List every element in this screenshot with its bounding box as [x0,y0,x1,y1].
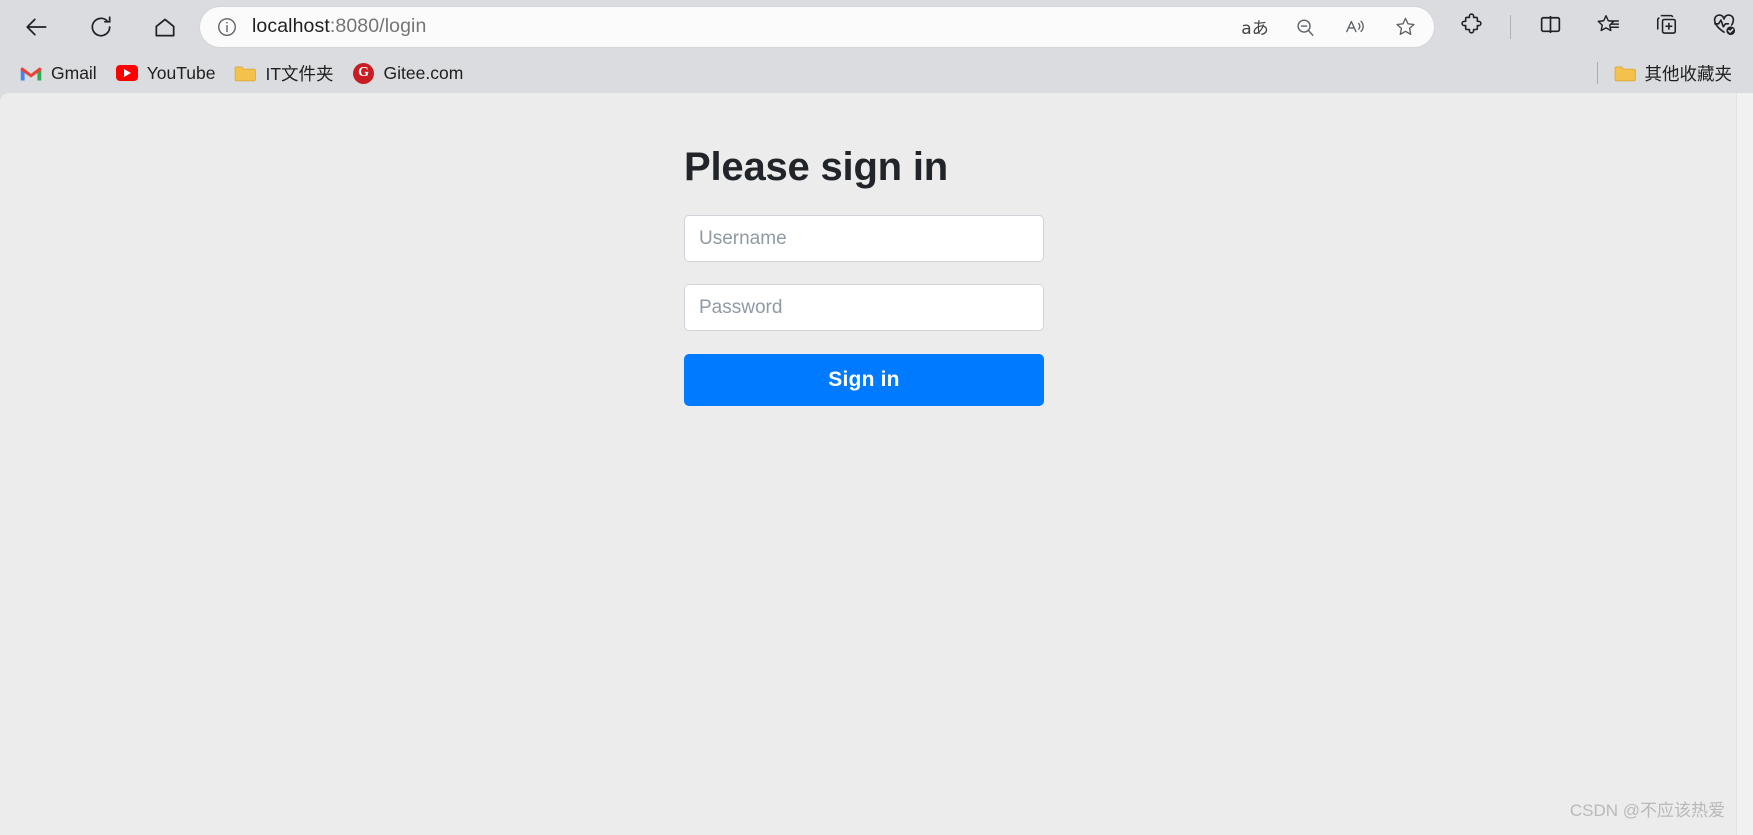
youtube-icon [115,62,138,84]
page-title: Please sign in [684,145,948,189]
username-input[interactable] [684,215,1044,262]
zoom-out-icon[interactable] [1290,12,1320,42]
bookmark-label: YouTube [146,62,216,83]
page-viewport: Please sign in Sign in CSDN @不应该热爱 [0,93,1753,835]
favorites-star-icon [1596,12,1621,42]
toolbar-divider [1510,14,1511,39]
password-input[interactable] [684,284,1044,331]
home-icon [152,14,178,40]
gitee-icon: G [353,62,375,84]
collections-icon [1654,12,1679,42]
bookmark-gitee[interactable]: G Gitee.com [345,57,475,89]
url-text[interactable]: localhost:8080/login [242,15,1240,38]
puzzle-piece-icon [1459,12,1484,42]
bookmark-gmail[interactable]: Gmail [12,57,108,89]
favorites-button[interactable] [1589,8,1627,46]
url-path: :8080/login [329,15,427,37]
browser-essentials-button[interactable] [1705,8,1743,46]
other-favorites-label: 其他收藏夹 [1644,63,1733,84]
read-aloud-icon[interactable] [1340,12,1370,42]
csdn-watermark: CSDN @不应该热爱 [1569,801,1725,820]
gmail-icon [20,62,42,84]
home-button[interactable] [144,6,186,48]
refresh-icon [88,14,114,40]
bookmarks-bar: Gmail YouTube IT文件夹 G Gitee.com 其他收藏夹 [0,53,1753,93]
sign-in-form: Please sign in Sign in [684,145,1044,406]
split-screen-button[interactable] [1531,8,1569,46]
address-bar[interactable]: localhost:8080/login aあ [200,6,1434,47]
browser-toolbar: localhost:8080/login aあ [0,0,1753,53]
page-scrollbar[interactable] [1736,93,1753,835]
back-button[interactable] [16,6,58,48]
add-favorite-icon[interactable] [1390,12,1420,42]
translate-icon[interactable]: aあ [1240,12,1270,42]
bookmark-label: Gitee.com [383,62,464,83]
back-arrow-icon [24,14,50,40]
url-host: localhost [252,15,330,37]
reload-button[interactable] [80,6,122,48]
other-favorites-button[interactable]: 其他收藏夹 [1606,56,1744,91]
bookmark-youtube[interactable]: YouTube [108,57,227,89]
folder-icon [234,62,257,84]
split-screen-icon [1538,12,1563,42]
sign-in-button[interactable]: Sign in [684,354,1044,406]
extensions-button[interactable] [1452,8,1490,46]
collections-button[interactable] [1647,8,1685,46]
bookmark-label: Gmail [51,62,97,83]
folder-icon [1614,62,1636,84]
bookmark-label: IT文件夹 [265,63,334,84]
omnibox-actions: aあ [1240,12,1426,42]
browser-essentials-heart-icon [1711,11,1737,42]
navigation-buttons [6,6,200,48]
bookmark-it-folder[interactable]: IT文件夹 [226,56,344,91]
site-info-icon[interactable] [212,12,242,42]
toolbar-right-buttons [1442,8,1743,46]
browser-window: localhost:8080/login aあ Gmail YouTube IT… [0,0,1753,835]
bookmarks-divider [1596,62,1598,84]
